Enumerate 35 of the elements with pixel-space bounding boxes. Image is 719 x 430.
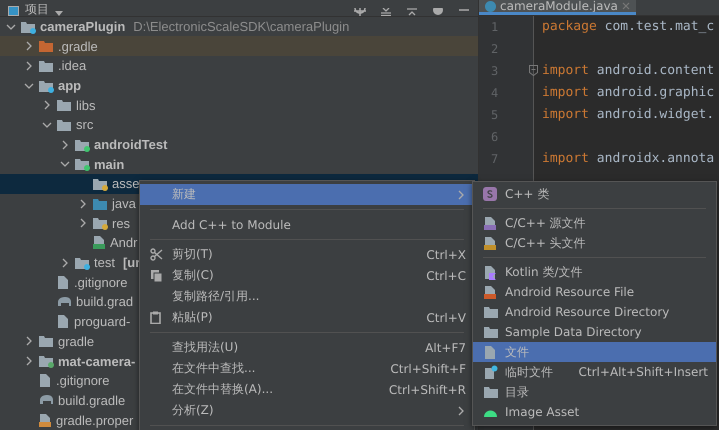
- tree-item-label: res: [112, 216, 130, 231]
- tree-item-label: java: [112, 196, 136, 212]
- tree-item-label: asse: [112, 176, 140, 192]
- code-line: import android.graphic: [542, 84, 716, 102]
- tree-item-label: libs: [76, 98, 96, 113]
- tree-item-label: src: [76, 117, 94, 132]
- tree-item-label: .gradle: [58, 38, 98, 54]
- tree-item-suffix: [ur: [122, 255, 140, 270]
- tree-item-label: app: [58, 78, 82, 94]
- shortcut-label: Ctrl+X: [425, 248, 466, 262]
- shortcut-label: Ctrl+Shift+F: [389, 362, 466, 376]
- code-line: import android.content: [542, 60, 719, 82]
- shortcut-label: Ctrl+Shift+R: [388, 382, 466, 396]
- code-line: package com.test.mat_c: [542, 18, 716, 36]
- tree-item-label: gradle.proper: [56, 412, 134, 428]
- tree-item-label: proguard-: [74, 314, 130, 330]
- tree-item-label: .idea: [58, 58, 86, 74]
- tree-item-label: gradle: [58, 334, 94, 349]
- tree-item-label: main: [94, 156, 124, 172]
- shortcut-label: Ctrl+V: [425, 310, 466, 324]
- tree-item-label: androidTest: [94, 137, 168, 152]
- tree-item-label: build.gradle: [58, 392, 126, 408]
- tree-item-label: test: [94, 255, 115, 270]
- code-line: import android.widget.: [542, 106, 716, 124]
- tree-item-label: build.grad: [76, 294, 134, 310]
- tree-item-label: cameraPlugin: [40, 19, 126, 34]
- tree-item-label: .gitignore: [74, 274, 128, 290]
- code-line: import androidx.annota: [542, 150, 716, 168]
- shortcut-label: Alt+F7: [424, 340, 466, 354]
- project-path: D:\ElectronicScaleSDK\cameraPlugin: [133, 19, 350, 34]
- shortcut-label: Ctrl+C: [425, 268, 466, 282]
- shortcut-label: Ctrl+Alt+Shift+Insert: [578, 365, 708, 379]
- tree-item-label: .gitignore: [56, 373, 110, 388]
- tree-item-label: mat-camera-: [58, 354, 136, 368]
- tree-item-label: Andr: [110, 235, 138, 250]
